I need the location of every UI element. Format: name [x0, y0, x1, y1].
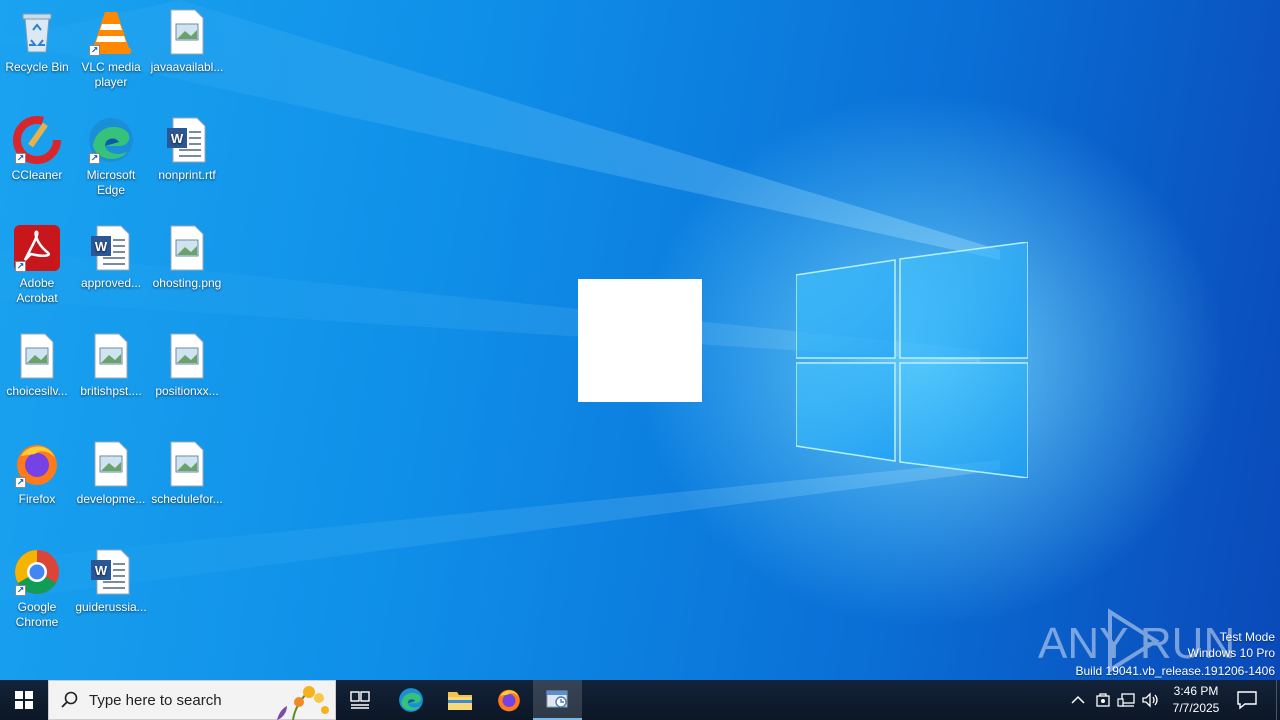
desktop-icon-adobe-acrobat[interactable]: ↗ Adobe Acrobat	[0, 224, 74, 306]
tray-network-button[interactable]	[1117, 680, 1137, 720]
image-file-icon	[87, 332, 135, 380]
desktop-icon-label: Recycle Bin	[5, 60, 69, 74]
desktop-icon-label: britishpst....	[80, 384, 142, 398]
start-button[interactable]	[0, 680, 48, 720]
acrobat-icon: ↗	[13, 224, 61, 272]
shortcut-arrow-icon: ↗	[89, 153, 100, 164]
image-file-icon	[163, 8, 211, 56]
firefox-icon	[497, 689, 520, 712]
desktop-icon-label: Firefox	[18, 492, 56, 506]
build-text: Build 19041.vb_release.191206-1406	[1075, 664, 1276, 678]
recycle-bin-icon	[13, 8, 61, 56]
desktop-icon-schedulefor[interactable]: schedulefor...	[150, 440, 224, 507]
search-placeholder: Type here to search	[89, 691, 222, 709]
search-icon	[61, 691, 78, 708]
tray-overflow-button[interactable]	[1068, 680, 1088, 720]
desktop-icon-choicesilv[interactable]: choicesilv...	[0, 332, 74, 399]
taskbar-active-app-button[interactable]	[533, 680, 582, 720]
desktop-icon-javaavailabl[interactable]: javaavailabl...	[150, 8, 224, 75]
desktop-icon-label: Adobe Acrobat	[16, 276, 58, 305]
word-doc-icon: W	[163, 116, 211, 164]
device-security-icon	[1096, 693, 1110, 707]
image-file-icon	[13, 332, 61, 380]
shortcut-arrow-icon: ↗	[15, 585, 26, 596]
desktop-icon-positionxx[interactable]: positionxx...	[150, 332, 224, 399]
firefox-icon: ↗	[13, 440, 61, 488]
taskbar-file-explorer-button[interactable]	[435, 680, 484, 720]
desktop-icon-vlc[interactable]: ↗ VLC media player	[74, 8, 148, 90]
image-file-icon	[163, 440, 211, 488]
shortcut-arrow-icon: ↗	[15, 261, 26, 272]
tray-security-button[interactable]	[1094, 680, 1112, 720]
windows-edition-text: Windows 10 Pro	[1187, 646, 1275, 660]
desktop-icon-label: schedulefor...	[151, 492, 223, 506]
file-explorer-icon	[447, 692, 472, 710]
windows-start-icon	[15, 691, 33, 709]
desktop-icon-label: Microsoft Edge	[86, 168, 136, 197]
svg-text:W: W	[95, 563, 108, 578]
desktop-icon-label: javaavailabl...	[150, 60, 224, 74]
anyrun-brand-text: ANY RUN	[1038, 619, 1235, 668]
ccleaner-icon: ↗	[13, 116, 61, 164]
desktop-icon-label: Google Chrome	[15, 600, 59, 629]
desktop-icon-label: approved...	[80, 276, 142, 290]
vlc-icon: ↗	[87, 8, 135, 56]
desktop-icon-label: developme...	[76, 492, 146, 506]
edge-icon	[398, 688, 423, 712]
desktop-icon-firefox[interactable]: ↗ Firefox	[0, 440, 74, 507]
desktop-icon-ccleaner[interactable]: ↗ CCleaner	[0, 116, 74, 183]
desktop-icon-recycle-bin[interactable]: Recycle Bin	[0, 8, 74, 75]
volume-icon	[1142, 692, 1158, 708]
desktop-icon-ohosting[interactable]: ohosting.png	[150, 224, 224, 291]
taskbar-firefox-button[interactable]	[484, 680, 533, 720]
image-file-icon	[163, 224, 211, 272]
svg-text:W: W	[95, 239, 108, 254]
desktop-icon-label: positionxx...	[155, 384, 219, 398]
word-doc-icon: W	[87, 548, 135, 596]
search-highlight-flowers-icon	[277, 686, 329, 720]
tray-volume-button[interactable]	[1141, 680, 1161, 720]
shortcut-arrow-icon: ↗	[89, 45, 100, 56]
windows-logo	[796, 242, 1028, 478]
chevron-up-icon	[1071, 695, 1085, 704]
desktop[interactable]: Recycle Bin ↗ CCleaner ↗ Adobe Acrobat c…	[0, 0, 1280, 680]
search-box[interactable]: Type here to search	[48, 680, 336, 720]
taskbar: Type here to search 3:46 PM 7/7/2025	[0, 680, 1280, 720]
shortcut-arrow-icon: ↗	[15, 477, 26, 488]
image-file-icon	[87, 440, 135, 488]
chrome-icon: ↗	[13, 548, 61, 596]
desktop-icon-nonprint[interactable]: W nonprint.rtf	[150, 116, 224, 183]
desktop-icon-label: ohosting.png	[152, 276, 222, 290]
task-view-icon	[350, 691, 370, 709]
desktop-icon-guiderussia[interactable]: W guiderussia...	[74, 548, 148, 615]
desktop-icon-google-chrome[interactable]: ↗ Google Chrome	[0, 548, 74, 630]
show-desktop-button[interactable]	[1276, 680, 1280, 720]
desktop-icon-approved[interactable]: W approved...	[74, 224, 148, 291]
word-doc-icon: W	[87, 224, 135, 272]
task-view-button[interactable]	[336, 680, 384, 720]
desktop-icon-label: VLC media player	[81, 60, 141, 89]
desktop-icon-label: guiderussia...	[75, 600, 147, 614]
shortcut-arrow-icon: ↗	[15, 153, 26, 164]
desktop-icon-label: CCleaner	[11, 168, 63, 182]
clock-time: 3:46 PM	[1173, 684, 1219, 698]
desktop-icon-microsoft-edge[interactable]: ↗ Microsoft Edge	[74, 116, 148, 198]
network-icon	[1117, 693, 1135, 707]
action-center-button[interactable]	[1236, 680, 1258, 720]
taskbar-clock[interactable]: 3:46 PM 7/7/2025	[1166, 683, 1226, 717]
edge-icon: ↗	[87, 116, 135, 164]
desktop-icon-developme[interactable]: developme...	[74, 440, 148, 507]
desktop-icon-britishpst[interactable]: britishpst....	[74, 332, 148, 399]
taskbar-edge-button[interactable]	[386, 680, 435, 720]
notifications-icon	[1237, 691, 1257, 710]
image-file-icon	[163, 332, 211, 380]
desktop-icon-label: choicesilv...	[6, 384, 68, 398]
active-app-icon	[546, 690, 567, 708]
clock-date: 7/7/2025	[1172, 701, 1220, 715]
blank-window[interactable]	[578, 279, 702, 402]
test-mode-text: Test Mode	[1219, 630, 1275, 644]
desktop-icon-label: nonprint.rtf	[158, 168, 216, 182]
svg-text:W: W	[171, 131, 184, 146]
